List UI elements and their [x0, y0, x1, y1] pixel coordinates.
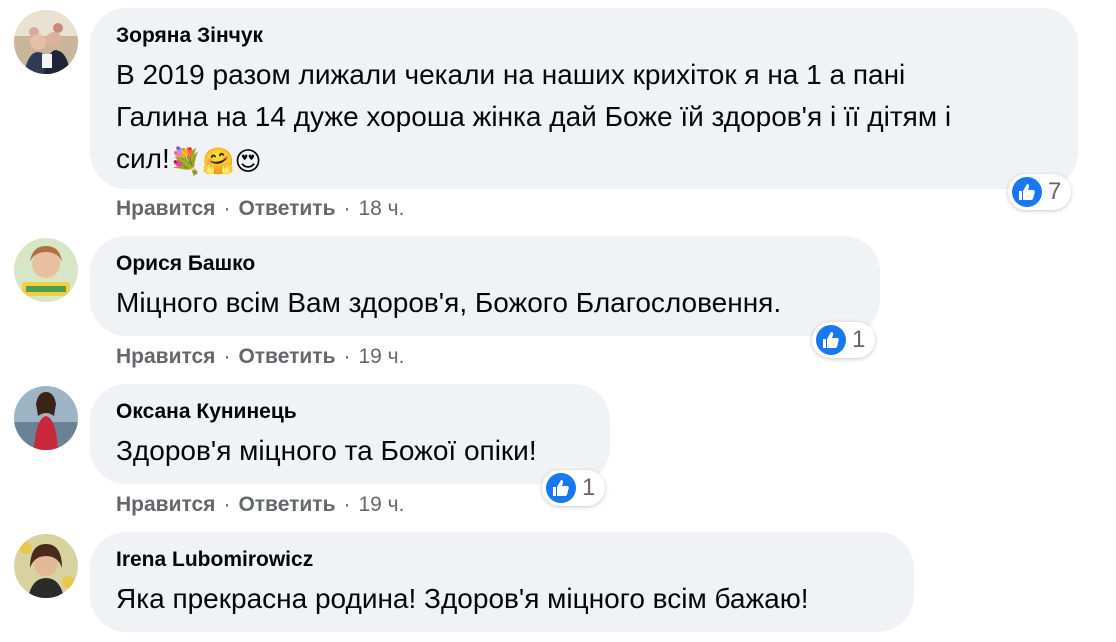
avatar[interactable]	[14, 238, 78, 302]
comment-actions: Нравится · Ответить · 19 ч.	[116, 492, 404, 518]
separator: ·	[223, 493, 231, 516]
comment-bubble: Оксана Кунинець Здоров'я міцного та Божо…	[90, 384, 610, 484]
comment-timestamp[interactable]: 19 ч.	[358, 493, 404, 516]
reaction-summary[interactable]: 1	[542, 470, 606, 506]
comment-text: Здоров'я міцного та Божої опіки!	[116, 435, 537, 466]
separator: ·	[343, 493, 351, 516]
avatar[interactable]	[14, 386, 78, 450]
heart-eyes-emoji: 😍	[234, 147, 262, 177]
comment-actions: Нравится · Ответить · 18 ч.	[116, 196, 404, 222]
reply-button[interactable]: Ответить	[238, 493, 335, 516]
comment-author[interactable]: Оксана Кунинець	[116, 398, 584, 426]
comment-timestamp[interactable]: 19 ч.	[358, 345, 404, 368]
comment-bubble: Зоряна Зінчук В 2019 разом лижали чекали…	[90, 8, 1078, 189]
comment-text-line: В 2019 разом лижали чекали на наших крих…	[116, 59, 906, 90]
like-button[interactable]: Нравится	[116, 197, 215, 220]
avatar[interactable]	[14, 534, 78, 598]
reply-button[interactable]: Ответить	[238, 345, 335, 368]
thumbs-up-icon	[1012, 177, 1042, 207]
comment-author[interactable]: Зоряна Зінчук	[116, 22, 1052, 50]
reaction-count: 1	[582, 474, 596, 501]
separator: ·	[223, 345, 231, 368]
comment-text: Яка прекрасна родина! Здоров'я міцного в…	[116, 583, 809, 614]
reaction-summary[interactable]: 7	[1008, 174, 1072, 210]
separator: ·	[223, 197, 231, 220]
comment-bubble: Орися Башко Міцного всім Вам здоров'я, Б…	[90, 236, 880, 336]
bouquet-emoji: 💐	[169, 147, 203, 177]
thumbs-up-icon	[816, 325, 846, 355]
comment-author[interactable]: Орися Башко	[116, 250, 854, 278]
reply-button[interactable]: Ответить	[238, 197, 335, 220]
reaction-count: 7	[1048, 178, 1062, 205]
comment-text: В 2019 разом лижали чекали на наших крих…	[116, 54, 1052, 180]
comment-text: Міцного всім Вам здоров'я, Божого Благос…	[116, 287, 782, 318]
separator: ·	[343, 345, 351, 368]
reaction-count: 1	[852, 326, 866, 353]
like-button[interactable]: Нравится	[116, 345, 215, 368]
comment-text-line: Галина на 14 дуже хороша жінка дай Боже …	[116, 101, 952, 132]
comment-actions: Нравится · Ответить · 19 ч.	[116, 344, 404, 370]
like-button[interactable]: Нравится	[116, 493, 215, 516]
comment-text-line: сил!	[116, 143, 170, 174]
comment-author[interactable]: Irena Lubomirowicz	[116, 546, 888, 574]
reaction-summary[interactable]: 1	[812, 322, 876, 358]
comment-timestamp[interactable]: 18 ч.	[358, 197, 404, 220]
thumbs-up-icon	[546, 473, 576, 503]
hugging-face-emoji: 🤗	[202, 147, 235, 177]
separator: ·	[343, 197, 351, 220]
avatar[interactable]	[14, 10, 78, 74]
comment-bubble: Irena Lubomirowicz Яка прекрасна родина!…	[90, 532, 914, 632]
